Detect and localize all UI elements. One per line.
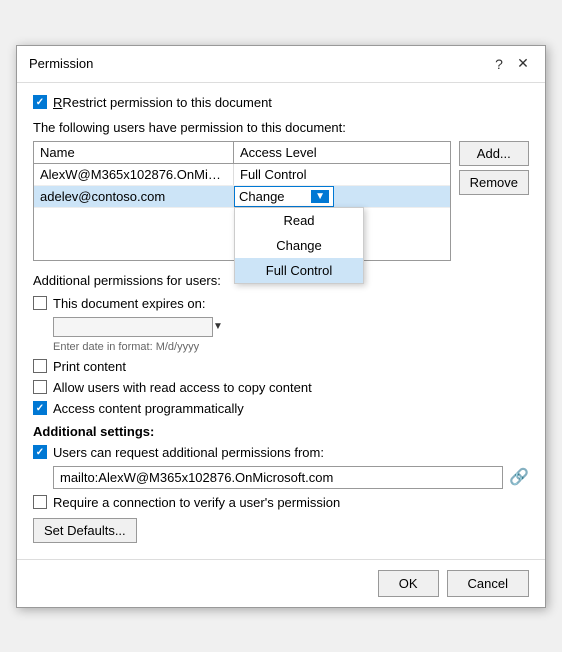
request-perms-label: Users can request additional permissions… (53, 445, 324, 460)
col-access-header: Access Level (234, 142, 450, 163)
date-input-wrap[interactable]: ▼ (53, 317, 213, 337)
request-perms-checkbox[interactable] (33, 445, 47, 459)
dropdown-item-change[interactable]: Change (235, 233, 363, 258)
users-table: Name Access Level AlexW@M365x102876.OnMi… (33, 141, 451, 261)
date-hint: Enter date in format: M/d/yyyy (33, 341, 529, 353)
email-input[interactable] (53, 466, 503, 489)
close-button[interactable]: ✕ (513, 54, 533, 74)
col-name-header: Name (34, 142, 234, 163)
table-row[interactable]: AlexW@M365x102876.OnMicrosoft.com Full C… (34, 164, 450, 186)
expires-row[interactable]: This document expires on: (33, 296, 529, 311)
add-button[interactable]: Add... (459, 141, 529, 166)
date-dropdown-icon[interactable]: ▼ (213, 321, 223, 332)
print-checkbox[interactable] (33, 359, 47, 373)
user-name: adelev@contoso.com (34, 186, 234, 207)
user-access: Full Control (234, 164, 450, 185)
allow-copy-row[interactable]: Allow users with read access to copy con… (33, 380, 529, 395)
table-row[interactable]: adelev@contoso.com Change ▼ Read Change … (34, 186, 450, 208)
require-connection-label: Require a connection to verify a user's … (53, 495, 340, 510)
dialog-content: RRestrict permission to this document Th… (17, 83, 545, 555)
help-button[interactable]: ? (489, 54, 509, 74)
additional-settings-section: Additional settings: Users can request a… (33, 424, 529, 543)
allow-copy-label: Allow users with read access to copy con… (53, 380, 312, 395)
print-content-row[interactable]: Print content (33, 359, 529, 374)
dialog-footer: OK Cancel (17, 559, 545, 607)
table-header: Name Access Level (34, 142, 450, 164)
restrict-label: RRestrict permission to this document (53, 95, 272, 110)
require-connection-checkbox[interactable] (33, 495, 47, 509)
email-row: 🔗 (33, 466, 529, 489)
require-connection-row[interactable]: Require a connection to verify a user's … (33, 495, 529, 510)
dropdown-item-read[interactable]: Read (235, 208, 363, 233)
users-table-wrapper: Name Access Level AlexW@M365x102876.OnMi… (33, 141, 529, 261)
request-perms-row[interactable]: Users can request additional permissions… (33, 445, 529, 460)
settings-title: Additional settings: (33, 424, 529, 439)
link-icon: 🔗 (509, 467, 529, 487)
ok-button[interactable]: OK (378, 570, 439, 597)
expires-checkbox[interactable] (33, 296, 47, 310)
restrict-checkbox[interactable] (33, 95, 47, 109)
set-defaults-wrapper: Set Defaults... (33, 518, 529, 543)
access-dropdown[interactable]: Change ▼ (234, 186, 334, 207)
dropdown-item-fullcontrol[interactable]: Full Control (235, 258, 363, 283)
set-defaults-button[interactable]: Set Defaults... (33, 518, 137, 543)
access-dropdown-wrapper: Change ▼ Read Change Full Control (234, 186, 450, 207)
access-dropdown-menu: Read Change Full Control (234, 207, 364, 284)
date-row: ▼ (33, 317, 529, 337)
access-prog-label: Access content programmatically (53, 401, 244, 416)
table-buttons: Add... Remove (459, 141, 529, 261)
restrict-checkbox-row[interactable]: RRestrict permission to this document (33, 95, 529, 110)
user-name: AlexW@M365x102876.OnMicrosoft.com (34, 164, 234, 185)
access-prog-checkbox[interactable] (33, 401, 47, 415)
access-prog-row[interactable]: Access content programmatically (33, 401, 529, 416)
cancel-button[interactable]: Cancel (447, 570, 529, 597)
title-bar-icons: ? ✕ (489, 54, 533, 74)
print-label: Print content (53, 359, 126, 374)
dialog-title: Permission (29, 56, 93, 71)
additional-perms-section: Additional permissions for users: This d… (33, 273, 529, 416)
date-input[interactable] (58, 320, 213, 334)
expires-label: This document expires on: (53, 296, 205, 311)
allow-copy-checkbox[interactable] (33, 380, 47, 394)
title-bar: Permission ? ✕ (17, 46, 545, 83)
remove-button[interactable]: Remove (459, 170, 529, 195)
users-section-label: The following users have permission to t… (33, 120, 529, 135)
dropdown-arrow-icon[interactable]: ▼ (311, 190, 329, 203)
permission-dialog: Permission ? ✕ RRestrict permission to t… (16, 45, 546, 608)
